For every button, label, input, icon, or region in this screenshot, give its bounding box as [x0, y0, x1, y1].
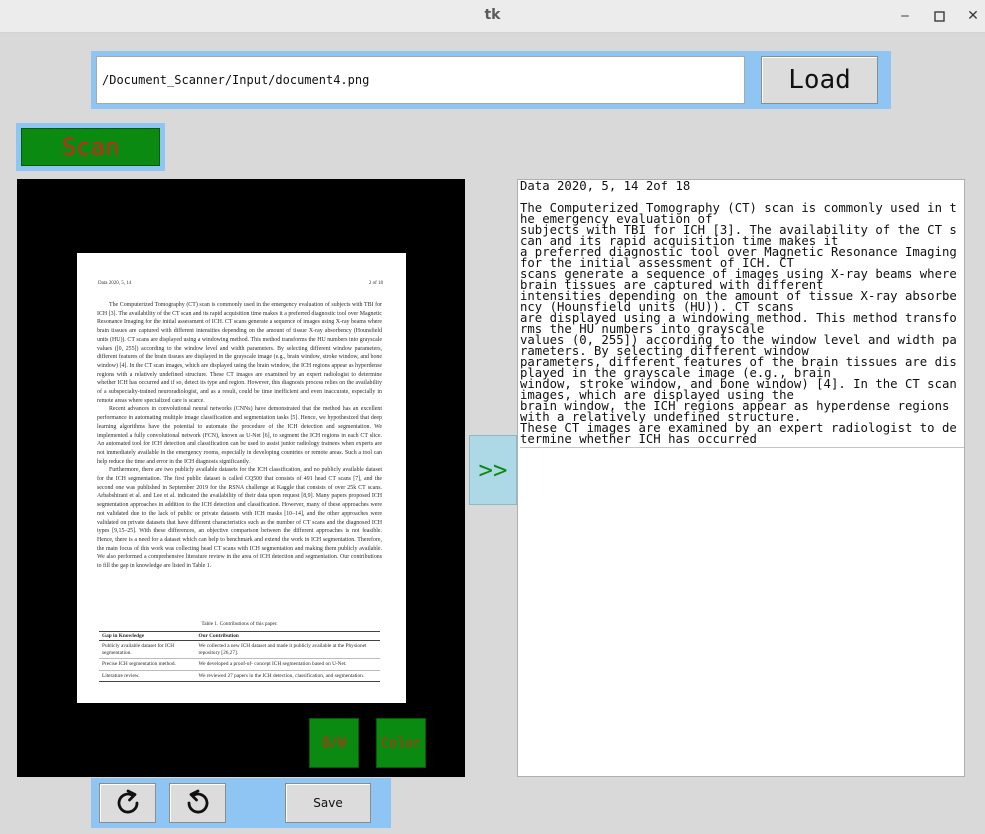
- table-cell: Publicly available dataset for ICH segme…: [99, 640, 196, 659]
- maximize-icon[interactable]: [927, 4, 951, 28]
- document-preview: Data 2020, 5, 14 2 of 18 The Computerize…: [77, 253, 406, 703]
- transfer-text-button[interactable]: >>: [469, 435, 517, 505]
- document-header-right: 2 of 18: [368, 281, 383, 286]
- document-paragraph: The Computerized Tomography (CT) scan is…: [97, 302, 382, 404]
- path-input[interactable]: /Document_Scanner/Input/document4.png: [96, 56, 745, 104]
- close-icon[interactable]: ✕: [961, 4, 985, 28]
- rotate-counterclockwise-icon: [187, 789, 208, 814]
- table-cell: Literature review.: [99, 670, 196, 682]
- table-cell: Precise ICH segmentation method.: [99, 658, 196, 671]
- table-header: Gap in Knowledge: [99, 631, 196, 641]
- document-paragraph: Recent advances in convolutional neural …: [97, 406, 382, 465]
- document-header: Data 2020, 5, 14 2 of 18: [98, 281, 383, 286]
- table-caption: Table 1. Contributions of this paper.: [201, 621, 278, 627]
- save-button[interactable]: Save: [285, 783, 371, 823]
- table-header: Our Contribution: [195, 631, 380, 641]
- window-title: tk: [484, 7, 501, 23]
- rotate-right-button[interactable]: [99, 783, 156, 823]
- scan-button[interactable]: Scan: [21, 128, 160, 166]
- text-output-panel[interactable]: Data 2020, 5, 14 2of 18 The Computerized…: [517, 179, 965, 777]
- ocr-text[interactable]: Data 2020, 5, 14 2of 18 The Computerized…: [520, 181, 964, 448]
- bw-button[interactable]: B/W: [309, 718, 359, 768]
- table-row: Publicly available dataset for ICH segme…: [99, 640, 380, 659]
- table-cell: We reviewed 27 papers in the ICH detecti…: [195, 670, 380, 682]
- color-button[interactable]: Color: [376, 718, 426, 768]
- rotate-clockwise-icon: [117, 789, 138, 814]
- table-row: Precise ICH segmentation method. We deve…: [99, 658, 380, 671]
- save-label: Save: [313, 796, 343, 810]
- load-button[interactable]: Load: [761, 56, 878, 104]
- document-table: Table 1. Contributions of this paper. Ga…: [99, 621, 380, 682]
- table-cell: We developed a proof-of- concept ICH seg…: [195, 658, 380, 671]
- rotate-left-button[interactable]: [169, 783, 226, 823]
- minimize-icon[interactable]: ‒: [893, 4, 917, 28]
- document-header-left: Data 2020, 5, 14: [98, 281, 132, 286]
- table-cell: We collected a new ICH dataset and made …: [195, 640, 380, 659]
- title-bar: tk ‒ ✕: [0, 0, 985, 33]
- table-row: Literature review. We reviewed 27 papers…: [99, 670, 380, 682]
- document-paragraph: Furthermore, there are two publicly avai…: [97, 467, 382, 570]
- document-body: The Computerized Tomography (CT) scan is…: [97, 301, 382, 571]
